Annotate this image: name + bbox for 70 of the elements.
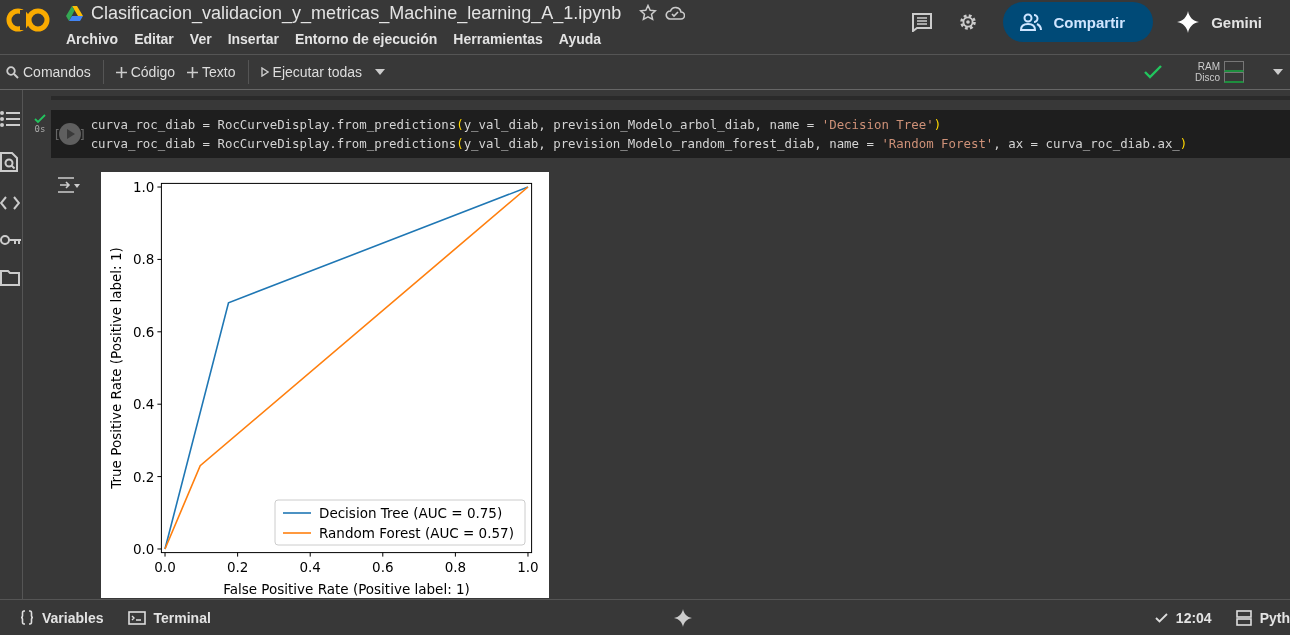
x-tick-label: 0.2: [226, 558, 249, 575]
x-tick-label: 0.4: [299, 558, 321, 575]
resource-label: RAM: [1197, 61, 1220, 72]
commands-button[interactable]: Comandos: [6, 64, 91, 80]
menu-item[interactable]: Entorno de ejecución: [295, 28, 454, 50]
search-icon: [6, 65, 19, 79]
sparkle-icon: [1177, 11, 1200, 33]
notebook-title[interactable]: Clasificacion_validacion_y_metricas_Machine_learning_A_1.ipynb: [91, 2, 622, 24]
x-axis-label: False Positive Rate (Positive label: 1): [223, 580, 470, 597]
check-icon: [1154, 612, 1168, 623]
caret-icon[interactable]: [374, 68, 387, 76]
colab-logo[interactable]: [6, 6, 50, 34]
gemini-button[interactable]: Gemini: [1177, 11, 1262, 33]
menu-item[interactable]: Editar: [134, 28, 190, 50]
drive-icon: [66, 5, 83, 21]
output-menu-icon[interactable]: [57, 176, 81, 194]
y-tick-label: 0.0: [132, 541, 155, 557]
y-tick-label: 0.4: [132, 396, 155, 413]
menu-item[interactable]: Ayuda: [558, 28, 618, 50]
y-tick-label: 1.0: [132, 179, 155, 195]
table-of-contents-icon[interactable]: [0, 110, 20, 128]
legend-label: Decision Tree (AUC = 0.75): [319, 505, 503, 521]
execution-status[interactable]: 12:04: [1154, 609, 1212, 626]
people-icon: [1019, 13, 1044, 31]
menu-item[interactable]: Insertar: [227, 28, 295, 50]
plus-icon: [187, 66, 199, 78]
play-button[interactable]: [58, 123, 81, 145]
x-tick-label: 0.6: [372, 558, 394, 575]
share-button[interactable]: Compartir: [1003, 2, 1154, 42]
x-tick-label: 0.8: [444, 558, 467, 575]
run-time: 0s: [34, 124, 46, 134]
folder-icon[interactable]: [0, 270, 20, 286]
y-tick-label: 0.8: [132, 251, 155, 268]
plus-icon: [115, 66, 127, 78]
y-tick-label: 0.6: [132, 323, 155, 340]
x-tick-label: 1.0: [517, 558, 539, 575]
sparkle-icon[interactable]: [673, 608, 692, 627]
braces-icon: [20, 610, 34, 625]
runtime-button[interactable]: Pyth: [1235, 609, 1290, 626]
menu-item[interactable]: Archivo: [66, 28, 135, 50]
document-search-icon[interactable]: [0, 152, 18, 172]
y-tick-label: 0.2: [132, 468, 155, 485]
terminal-icon: [127, 610, 146, 625]
bracket: [: [53, 126, 61, 142]
comment-icon[interactable]: [911, 12, 934, 32]
star-icon[interactable]: [639, 4, 658, 22]
y-axis-label: True Positive Rate (Positive label: 1): [108, 247, 124, 489]
run-all-button[interactable]: Ejecutar todas: [260, 64, 363, 80]
code-line: curva_roc_diab = RocCurveDisplay.from_predictions(y_val_diab, prevision_Modelo_arbol_diab, name = 'Decision Tree'): [90, 116, 943, 134]
check-icon: [34, 114, 46, 124]
menu-item[interactable]: Herramientas: [453, 28, 559, 50]
caret-icon[interactable]: [1272, 68, 1284, 76]
add-text-button[interactable]: Texto: [187, 64, 236, 80]
key-icon[interactable]: [0, 234, 22, 246]
legend-label: Random Forest (AUC = 0.57): [319, 525, 514, 541]
check-icon: [1143, 64, 1163, 80]
cloud-icon[interactable]: [665, 6, 686, 20]
usage-meter: [1224, 61, 1244, 72]
menu-item[interactable]: Ver: [189, 28, 228, 50]
add-code-button[interactable]: Código: [115, 64, 176, 80]
usage-meter: [1224, 72, 1244, 83]
play-icon: [260, 67, 269, 77]
x-tick-label: 0.0: [154, 558, 176, 575]
code-icon[interactable]: [0, 196, 20, 210]
variables-button[interactable]: Variables: [20, 609, 104, 626]
resource-label: Disco: [1195, 72, 1220, 83]
code-line: curva_roc_diab = RocCurveDisplay.from_predictions(y_val_diab, prevision_Modelo_random_forest_diab, name = 'Random Forest', ax = curva_roc_diab.ax_): [90, 135, 1189, 153]
server-icon: [1235, 609, 1252, 626]
terminal-button[interactable]: Terminal: [127, 609, 211, 626]
bracket: ]: [78, 126, 87, 142]
